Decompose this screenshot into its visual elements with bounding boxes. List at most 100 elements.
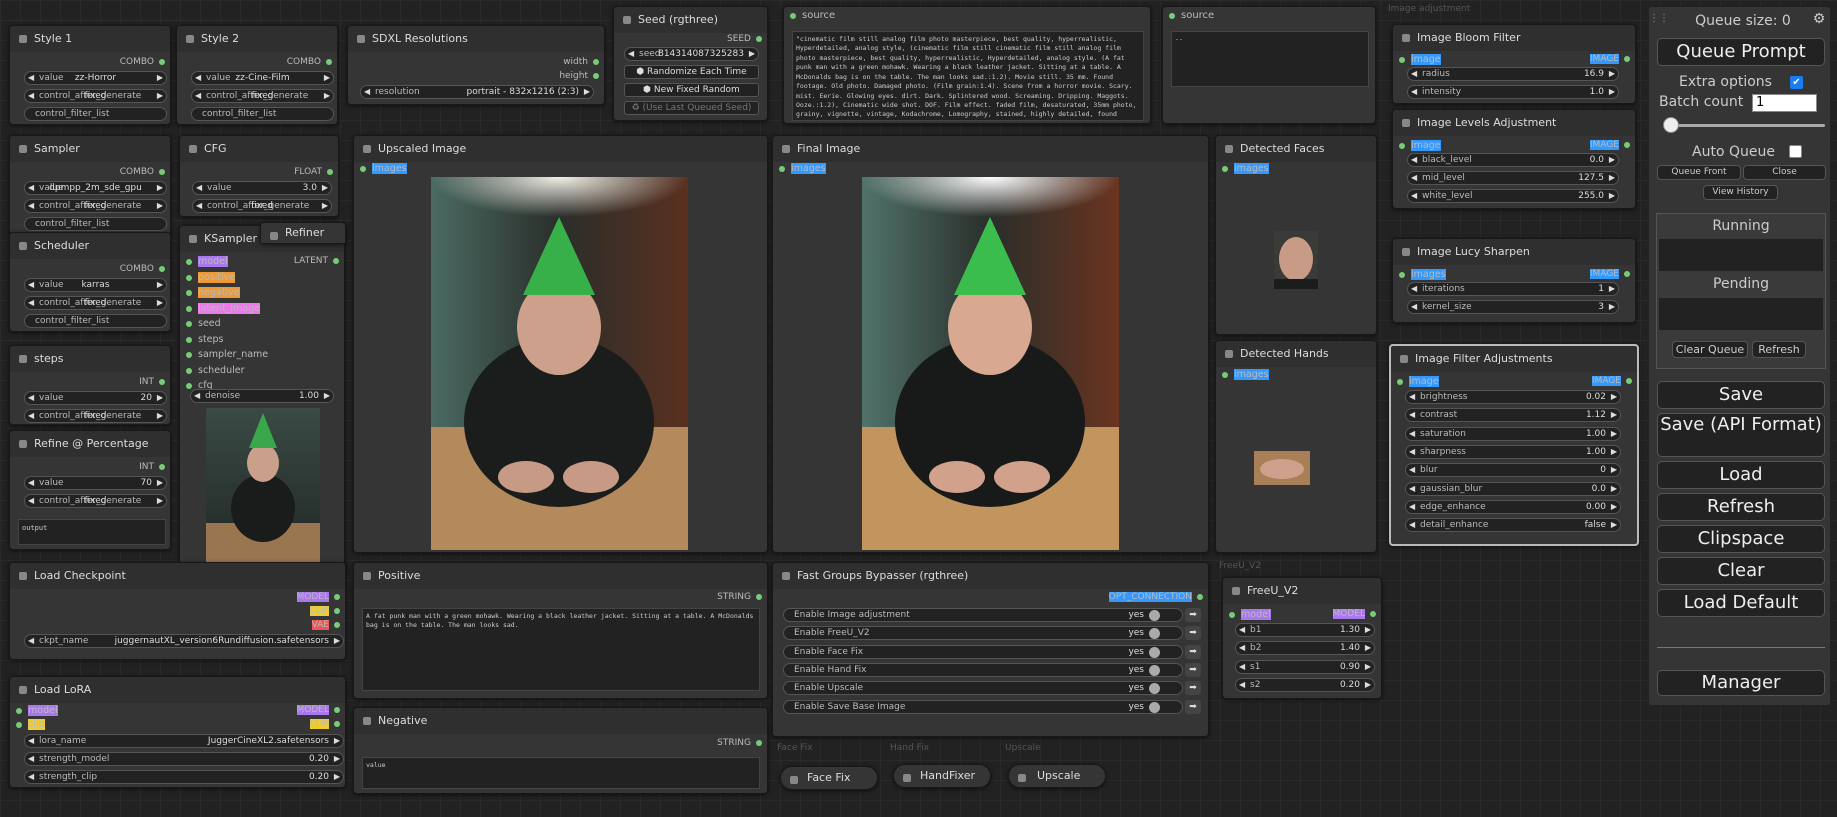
ksampler-input-positive[interactable]: positive <box>185 271 236 283</box>
ksampler-input-sampler-name[interactable]: sampler_name <box>185 349 268 360</box>
batch-slider-track[interactable] <box>1671 124 1825 127</box>
refresh-button[interactable]: Refresh <box>1657 493 1825 521</box>
toggle-knob[interactable] <box>1149 646 1160 658</box>
goto-group-arrow-icon[interactable]: ➡ <box>1185 626 1201 641</box>
load-checkpoint-node[interactable]: Load Checkpoint MODEL CLIP VAE ckpt_name… <box>9 562 346 660</box>
source-textarea[interactable]: "cinematic film still analog film photo … <box>792 31 1144 121</box>
contrast-widget[interactable]: contrast1.12 <box>1405 408 1621 423</box>
value-widget[interactable]: value20 <box>24 391 167 405</box>
negative-node[interactable]: Negative STRING value <box>353 707 768 794</box>
source-textarea[interactable]: -- <box>1171 31 1369 87</box>
handfixer-node[interactable]: HandFixer <box>893 764 991 788</box>
batch-slider-thumb[interactable] <box>1663 117 1679 133</box>
edge-enhance-widget[interactable]: edge_enhance0.00 <box>1405 499 1621 514</box>
value-widget[interactable]: valuezz-Horror <box>24 71 167 85</box>
extra-options-checkbox[interactable]: ✔ <box>1790 76 1803 89</box>
goto-group-arrow-icon[interactable]: ➡ <box>1185 608 1201 622</box>
ksampler-input-steps[interactable]: steps <box>186 334 224 345</box>
images-input[interactable]: images <box>360 163 407 174</box>
images-input[interactable]: images <box>1222 163 1269 174</box>
white-level-widget[interactable]: white_level255.0 <box>1407 189 1619 203</box>
ckpt-name-widget[interactable]: ckpt_namejuggernautXL_version6Rundiffusi… <box>24 634 344 648</box>
queue-prompt-button[interactable]: Queue Prompt <box>1657 38 1825 66</box>
save-button[interactable]: Save <box>1657 381 1825 409</box>
use-last-queued-seed-button[interactable]: ♻ (Use Last Queued Seed) <box>624 101 759 115</box>
height-output[interactable]: height <box>559 71 599 81</box>
black-level-widget[interactable]: black_level0.0 <box>1407 153 1619 167</box>
sharpness-widget[interactable]: sharpness1.00 <box>1405 444 1621 459</box>
ksampler-node[interactable]: KSampler LATENT model positive negative lat… <box>179 225 345 577</box>
seed-output[interactable]: SEED <box>727 34 763 44</box>
image-input[interactable]: image <box>1397 376 1439 387</box>
toggle-knob[interactable] <box>1149 664 1160 676</box>
clear-queue-button[interactable]: Clear Queue <box>1672 341 1748 358</box>
clip-output[interactable]: CLIP <box>309 719 341 729</box>
negative-textarea[interactable]: value <box>362 757 760 789</box>
value-widget[interactable]: valuekarras <box>24 278 167 292</box>
toggle-knob[interactable] <box>1149 701 1160 713</box>
width-output[interactable]: width <box>563 57 599 67</box>
goto-group-arrow-icon[interactable]: ➡ <box>1185 699 1201 714</box>
filter-list-widget[interactable]: control_filter_list <box>24 217 167 231</box>
source-node-2[interactable]: source -- <box>1162 6 1376 124</box>
control-after-generate-widget[interactable]: control_after_generatefixed <box>24 409 167 423</box>
resolution-widget[interactable]: resolutionportrait - 832x1216 (2:3) <box>360 85 594 99</box>
clip-input[interactable]: clip <box>16 719 45 730</box>
image-filter-adjustments-node[interactable]: Image Filter Adjustments image IMAGE bri… <box>1389 344 1639 546</box>
upscaled-image-node[interactable]: Upscaled Image images <box>353 135 768 553</box>
seed-node[interactable]: Seed (rgthree) SEED seed814314087325283 … <box>613 6 768 121</box>
ksampler-input-seed[interactable]: seed <box>186 318 221 329</box>
clipspace-button[interactable]: Clipspace <box>1657 525 1825 553</box>
save-api-format-button[interactable]: Save (API Format) <box>1657 413 1825 457</box>
combo-output[interactable]: COMBO <box>120 57 166 67</box>
refiner-node[interactable]: Refiner <box>260 222 346 244</box>
filter-list-widget[interactable]: control_filter_list <box>24 314 167 328</box>
value-widget[interactable]: value3.0 <box>192 181 332 195</box>
queue-front-button[interactable]: Queue Front <box>1657 165 1741 180</box>
image-output[interactable]: IMAGE <box>1589 269 1631 279</box>
control-after-generate-widget[interactable]: control_after_generatefixed <box>24 494 167 508</box>
bypass-row[interactable]: Enable Upscale yes <box>783 681 1183 696</box>
goto-group-arrow-icon[interactable]: ➡ <box>1185 681 1201 696</box>
kernel-size-widget[interactable]: kernel_size3 <box>1407 300 1619 314</box>
drag-handle-icon[interactable]: ⋮⋮ <box>1649 13 1669 24</box>
output-textarea[interactable]: output <box>18 519 166 545</box>
cfg-node[interactable]: CFG FLOAT value3.0 control_after_generat… <box>179 135 339 217</box>
model-input[interactable]: model <box>1229 609 1271 620</box>
control-after-generate-widget[interactable]: control_after_generatefixed <box>24 199 167 213</box>
manager-button[interactable]: Manager <box>1657 670 1825 696</box>
image-levels-adjustment-node[interactable]: Image Levels Adjustment image IMAGE blac… <box>1392 109 1636 209</box>
clip-output[interactable]: CLIP <box>309 606 341 616</box>
load-lora-node[interactable]: Load LoRA model clip MODEL CLIP lora_nam… <box>9 676 346 788</box>
view-history-button[interactable]: View History <box>1703 185 1778 200</box>
upscale-node[interactable]: Upscale <box>1008 764 1106 788</box>
combo-output[interactable]: COMBO <box>120 167 166 177</box>
combo-output[interactable]: COMBO <box>120 264 166 274</box>
filter-list-widget[interactable]: control_filter_list <box>24 107 167 121</box>
iterations-widget[interactable]: iterations1 <box>1407 282 1619 296</box>
images-input[interactable]: images <box>1399 269 1446 280</box>
image-output[interactable]: IMAGE <box>1589 140 1631 150</box>
batch-count-input[interactable]: 1 <box>1752 94 1817 112</box>
string-output[interactable]: STRING <box>717 738 762 748</box>
fast-groups-bypasser-node[interactable]: Fast Groups Bypasser (rgthree) OPT_CONNE… <box>772 562 1209 737</box>
ksampler-input-model[interactable]: model <box>186 256 228 267</box>
value-widget[interactable]: valuedpmpp_2m_sde_gpu <box>24 181 167 195</box>
image-bloom-filter-node[interactable]: Image Bloom Filter image IMAGE radius16.… <box>1392 24 1636 104</box>
model-output[interactable]: MODEL <box>296 705 341 715</box>
blur-widget[interactable]: blur0 <box>1405 463 1621 478</box>
bypass-row[interactable]: Enable Save Base Image yes <box>783 699 1183 714</box>
saturation-widget[interactable]: saturation1.00 <box>1405 426 1621 441</box>
bypass-row[interactable]: Enable Hand Fix yes <box>783 662 1183 677</box>
model-input[interactable]: model <box>16 705 58 716</box>
brightness-widget[interactable]: brightness0.02 <box>1405 390 1621 404</box>
latent-output[interactable]: LATENT <box>294 256 340 266</box>
strength-clip-widget[interactable]: strength_clip0.20 <box>24 770 344 784</box>
freeu-b2-widget[interactable]: b21.40 <box>1235 641 1375 656</box>
model-output[interactable]: MODEL <box>1332 609 1377 619</box>
bypass-row[interactable]: Enable Image adjustment yes <box>783 608 1183 622</box>
control-after-generate-widget[interactable]: control_after_generatefixed <box>24 89 167 103</box>
value-widget[interactable]: valuezz-Cine-Film <box>191 71 334 85</box>
model-output[interactable]: MODEL <box>296 592 341 602</box>
filter-list-widget[interactable]: control_filter_list <box>191 107 334 121</box>
